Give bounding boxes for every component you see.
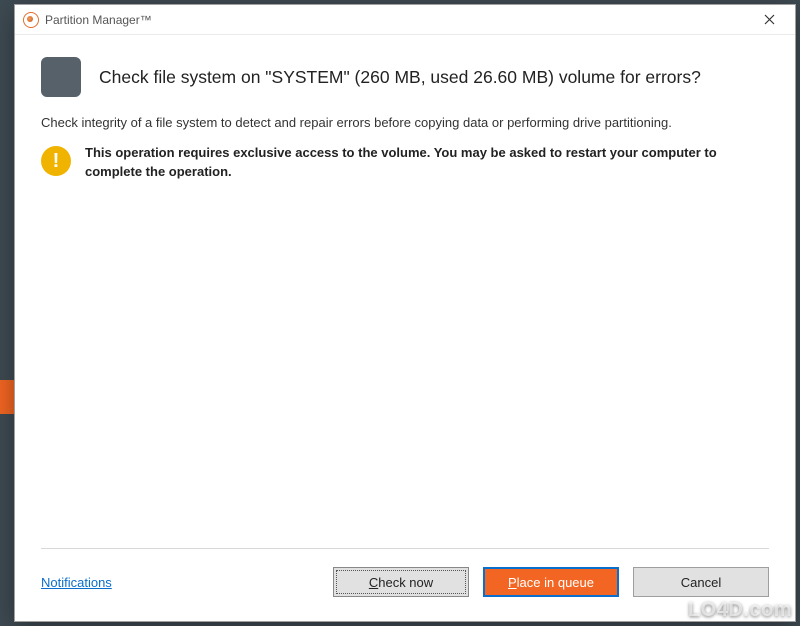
close-icon[interactable]: [751, 6, 787, 34]
window-title: Partition Manager™: [45, 13, 152, 27]
titlebar: Partition Manager™: [15, 5, 795, 35]
place-in-queue-button[interactable]: Place in queue: [483, 567, 619, 597]
volume-icon: [41, 57, 81, 97]
heading-row: Check file system on "SYSTEM" (260 MB, u…: [41, 57, 769, 97]
notifications-link[interactable]: Notifications: [41, 575, 112, 590]
dialog-content: Check file system on "SYSTEM" (260 MB, u…: [15, 35, 795, 567]
place-label: lace in queue: [517, 575, 594, 590]
warning-icon: !: [41, 146, 71, 176]
app-icon: [23, 12, 39, 28]
check-now-button[interactable]: Check now: [333, 567, 469, 597]
check-now-accel: C: [369, 575, 378, 590]
warning-row: ! This operation requires exclusive acce…: [41, 144, 769, 182]
dialog-footer: Notifications Check now Place in queue C…: [15, 567, 795, 621]
cancel-button[interactable]: Cancel: [633, 567, 769, 597]
dialog-window: Partition Manager™ Check file system on …: [14, 4, 796, 622]
divider: [41, 548, 769, 549]
sidebar-highlight: [0, 380, 14, 414]
dialog-description: Check integrity of a file system to dete…: [41, 115, 769, 130]
check-now-label: heck now: [378, 575, 433, 590]
dialog-heading: Check file system on "SYSTEM" (260 MB, u…: [99, 66, 701, 89]
warning-text: This operation requires exclusive access…: [85, 144, 769, 182]
place-accel: P: [508, 575, 517, 590]
background-sidebar: [0, 0, 14, 626]
cancel-label: Cancel: [681, 575, 721, 590]
